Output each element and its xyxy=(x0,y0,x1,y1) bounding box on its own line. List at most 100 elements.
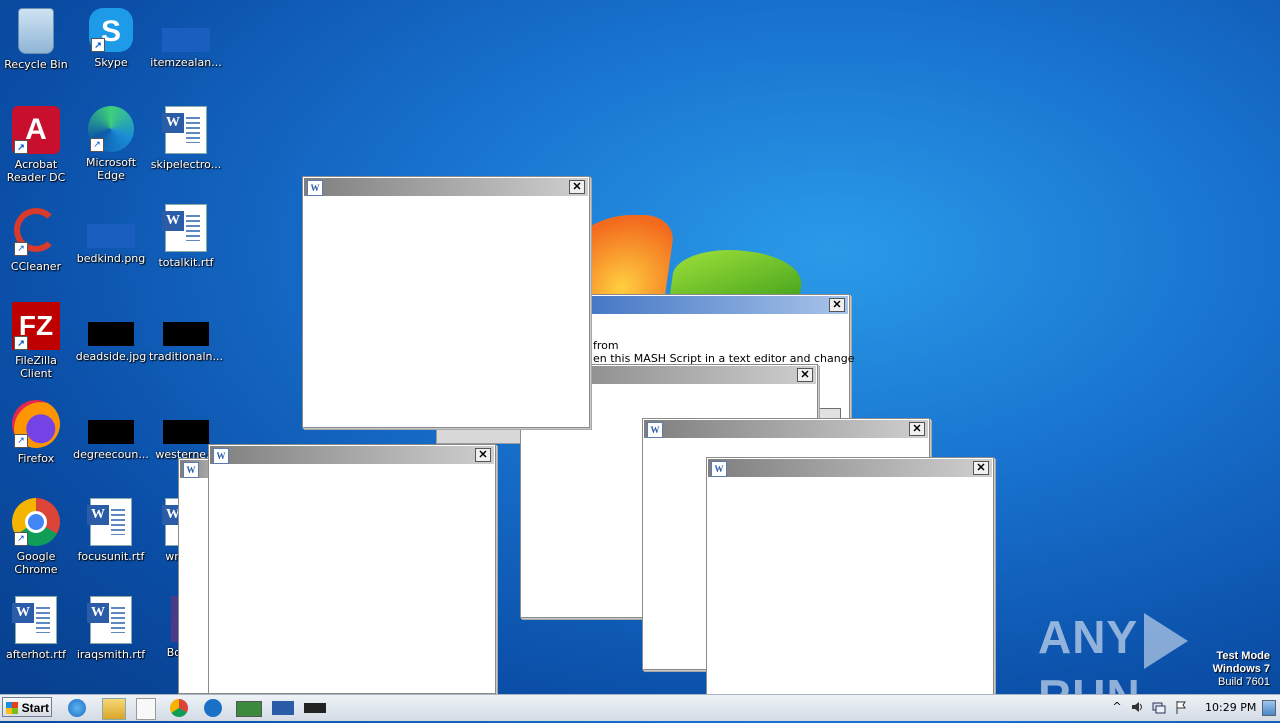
desktop-icon-acrobat[interactable]: A ↗ Acrobat Reader DC xyxy=(0,106,74,184)
close-icon[interactable]: ✕ xyxy=(909,422,925,436)
acrobat-icon: A ↗ xyxy=(12,106,60,154)
desktop-icon-skype[interactable]: S ↗ Skype xyxy=(73,8,149,69)
icon-label: CCleaner xyxy=(10,260,62,273)
close-icon[interactable]: ✕ xyxy=(797,368,813,382)
close-icon[interactable]: ✕ xyxy=(973,461,989,475)
desktop-icon-filezilla[interactable]: FZ ↗ FileZilla Client xyxy=(0,302,74,380)
icon-label: deadside.jpg xyxy=(75,350,147,363)
desktop-icon-degreecoun[interactable]: degreecoun... xyxy=(73,400,149,461)
recycle-bin-icon xyxy=(18,8,54,54)
media-player-icon[interactable] xyxy=(136,698,156,720)
image-thumbnail-icon xyxy=(163,322,209,346)
word-document-icon: W xyxy=(647,422,663,438)
icon-label: iraqsmith.rtf xyxy=(76,648,146,661)
start-label: Start xyxy=(21,701,49,715)
desktop-icon-chrome[interactable]: ↗ Google Chrome xyxy=(0,498,74,576)
dialog-titlebar[interactable]: ✕ xyxy=(562,296,848,314)
word-document-icon: W xyxy=(183,462,199,478)
edge-taskbar-icon[interactable] xyxy=(204,699,222,717)
close-icon[interactable]: ✕ xyxy=(475,448,491,462)
desktop-icon-skipelectro[interactable]: W skipelectro... xyxy=(148,106,224,171)
watermark-line: Build 7601 xyxy=(1218,676,1270,688)
watermark-brand-left: ANY xyxy=(1038,611,1139,663)
file-icon xyxy=(162,28,210,52)
icon-label: Skype xyxy=(94,56,128,69)
blank-window[interactable]: W ✕ xyxy=(302,176,590,428)
close-icon[interactable]: ✕ xyxy=(569,180,585,194)
desktop-icon-bedkind[interactable]: bedkind.png xyxy=(73,204,149,265)
image-thumbnail-icon xyxy=(88,420,134,444)
watermark-line: Test Mode xyxy=(1216,650,1270,662)
show-desktop-button[interactable] xyxy=(1262,700,1276,716)
watermark-line: Windows 7 xyxy=(1212,663,1270,675)
word-document-icon: W xyxy=(213,448,229,464)
taskbar-app-icon[interactable] xyxy=(236,701,262,717)
desktop-icon-afterhot[interactable]: W afterhot.rtf xyxy=(0,596,74,661)
desktop-icon-firefox[interactable]: ↗ Firefox xyxy=(0,400,74,465)
windows-flag-icon xyxy=(6,702,18,714)
clock[interactable]: 10:29 PM xyxy=(1205,701,1256,714)
icon-label: Firefox xyxy=(17,452,55,465)
blank-window[interactable]: W ✕ xyxy=(706,457,994,708)
taskbar-app-icon[interactable] xyxy=(272,701,294,715)
word-document-icon: W xyxy=(307,180,323,196)
play-icon xyxy=(1144,612,1189,669)
desktop-icon-traditionaln[interactable]: traditionaln... xyxy=(148,302,224,363)
word-document-icon: W xyxy=(87,596,132,644)
icon-label: totalkit.rtf xyxy=(158,256,214,269)
desktop-icon-edge[interactable]: ↗ Microsoft Edge xyxy=(73,106,149,182)
icon-label: itemzealan... xyxy=(150,56,222,69)
icon-label: traditionaln... xyxy=(149,350,223,363)
icon-label: Google Chrome xyxy=(14,550,58,576)
test-mode-watermark: Test Mode Windows 7 Build 7601 xyxy=(1213,650,1270,689)
network-icon[interactable] xyxy=(1152,700,1166,714)
window-titlebar[interactable]: W ✕ xyxy=(708,459,992,477)
window-titlebar[interactable]: W ✕ xyxy=(304,178,588,196)
icon-label: Acrobat Reader DC xyxy=(6,158,66,184)
volume-icon[interactable] xyxy=(1130,700,1144,714)
icon-label: afterhot.rtf xyxy=(5,648,67,661)
icon-label: Microsoft Edge xyxy=(85,156,137,182)
explorer-folder-icon[interactable] xyxy=(102,698,126,720)
desktop-icon-iraqsmith[interactable]: W iraqsmith.rtf xyxy=(73,596,149,661)
window-body xyxy=(211,466,493,691)
desktop-icon-totalkit[interactable]: W totalkit.rtf xyxy=(148,204,224,269)
word-document-icon: W xyxy=(711,461,727,477)
image-thumbnail-icon xyxy=(163,420,209,444)
image-file-icon xyxy=(87,224,135,248)
word-document-icon: W xyxy=(12,596,57,644)
icon-label: skipelectro... xyxy=(150,158,222,171)
desktop-icon-deadside[interactable]: deadside.jpg xyxy=(73,302,149,363)
desktop-icon-itemzealan[interactable]: itemzealan... xyxy=(148,8,224,69)
firefox-icon: ↗ xyxy=(12,400,60,448)
image-thumbnail-icon xyxy=(88,322,134,346)
icon-label: Recycle Bin xyxy=(4,58,68,71)
chrome-taskbar-icon[interactable] xyxy=(170,699,188,717)
icon-label: focusunit.rtf xyxy=(77,550,145,563)
window-body xyxy=(709,479,991,705)
ccleaner-icon: ↗ xyxy=(12,208,60,256)
action-center-flag-icon[interactable] xyxy=(1174,700,1188,714)
taskbar-app-icon[interactable] xyxy=(304,703,326,713)
word-document-icon: W xyxy=(87,498,132,546)
close-icon[interactable]: ✕ xyxy=(829,298,845,312)
taskbar: Start ^ 10:29 PM xyxy=(0,694,1280,721)
dialog-message: from en this MASH Script in a text edito… xyxy=(593,339,854,365)
window-titlebar[interactable]: W ✕ xyxy=(644,420,928,438)
desktop-icon-ccleaner[interactable]: ↗ CCleaner xyxy=(0,204,74,273)
start-button[interactable]: Start xyxy=(2,697,52,717)
word-document-icon: W xyxy=(162,204,207,252)
internet-explorer-icon[interactable] xyxy=(68,699,86,717)
show-hidden-icons-icon[interactable]: ^ xyxy=(1110,700,1124,714)
desktop-icon-recycle-bin[interactable]: Recycle Bin xyxy=(0,8,74,71)
window-body xyxy=(305,198,587,425)
blank-window[interactable]: W ✕ xyxy=(208,444,496,694)
filezilla-icon: FZ ↗ xyxy=(12,302,60,350)
skype-icon: S ↗ xyxy=(89,8,133,52)
window-titlebar[interactable]: W ✕ xyxy=(210,446,494,464)
dialog-message-line: from xyxy=(593,339,619,352)
word-document-icon: W xyxy=(162,106,207,154)
icon-label: FileZilla Client xyxy=(15,354,57,380)
icon-label: degreecoun... xyxy=(73,448,149,461)
desktop-icon-focusunit[interactable]: W focusunit.rtf xyxy=(73,498,149,563)
